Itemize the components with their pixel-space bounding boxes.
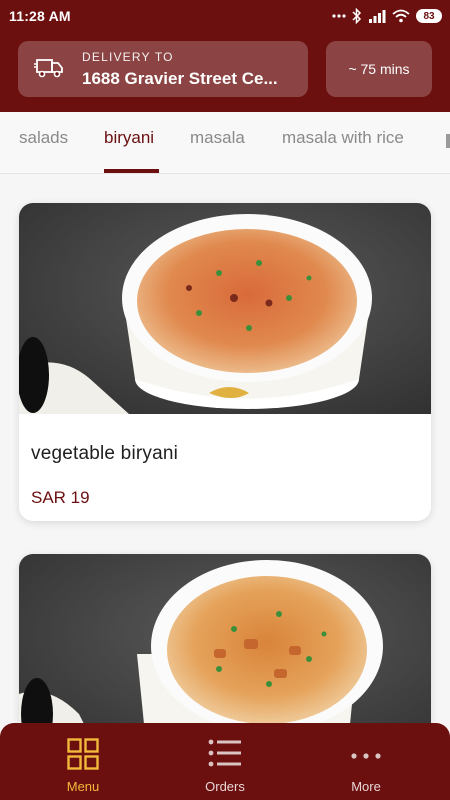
- delivery-label: DELIVERY TO: [82, 50, 174, 64]
- bottom-navigation: Menu Orders More: [0, 723, 450, 800]
- tab-masala[interactable]: masala: [190, 128, 245, 148]
- tab-salads[interactable]: salads: [19, 128, 68, 148]
- nav-menu-label: Menu: [66, 779, 100, 794]
- status-icons: 83: [332, 7, 442, 25]
- dots-icon: [332, 13, 346, 19]
- app-header: 11:28 AM 83 DELIVERY TO 1688 Gravier Str…: [0, 0, 450, 112]
- delivery-address-button[interactable]: DELIVERY TO 1688 Gravier Street Ce...: [18, 41, 308, 97]
- menu-item-card[interactable]: vegetable biryani SAR 19: [19, 203, 431, 521]
- category-tabs: salads biryani masala masala with rice: [0, 112, 450, 174]
- more-dots-icon: [350, 747, 382, 765]
- tab-biryani[interactable]: biryani: [104, 128, 154, 148]
- tab-next-partial[interactable]: [446, 134, 450, 148]
- eta-button[interactable]: ~ 75 mins: [326, 41, 432, 97]
- menu-item-price: SAR 19: [31, 488, 90, 507]
- menu-item-name: vegetable biryani: [31, 443, 179, 464]
- nav-more-label: More: [351, 779, 381, 794]
- wifi-icon: [392, 9, 410, 23]
- battery-indicator: 83: [416, 9, 442, 23]
- status-bar: 11:28 AM 83: [0, 0, 450, 32]
- nav-orders[interactable]: Orders: [150, 723, 300, 800]
- nav-more[interactable]: More: [291, 723, 441, 800]
- nav-orders-label: Orders: [205, 779, 245, 794]
- delivery-truck-icon: [34, 57, 64, 84]
- list-icon: [208, 738, 242, 773]
- bluetooth-icon: [352, 8, 362, 24]
- status-time: 11:28 AM: [9, 8, 71, 24]
- signal-icon: [368, 9, 386, 23]
- nav-menu[interactable]: Menu: [8, 723, 158, 800]
- tab-masala-with-rice[interactable]: masala with rice: [282, 128, 404, 148]
- delivery-address: 1688 Gravier Street Ce...: [82, 69, 278, 88]
- eta-text: ~ 75 mins: [348, 61, 410, 77]
- vegetable-biryani-image: [19, 203, 431, 414]
- active-tab-indicator: [104, 169, 159, 173]
- grid-icon: [67, 738, 99, 775]
